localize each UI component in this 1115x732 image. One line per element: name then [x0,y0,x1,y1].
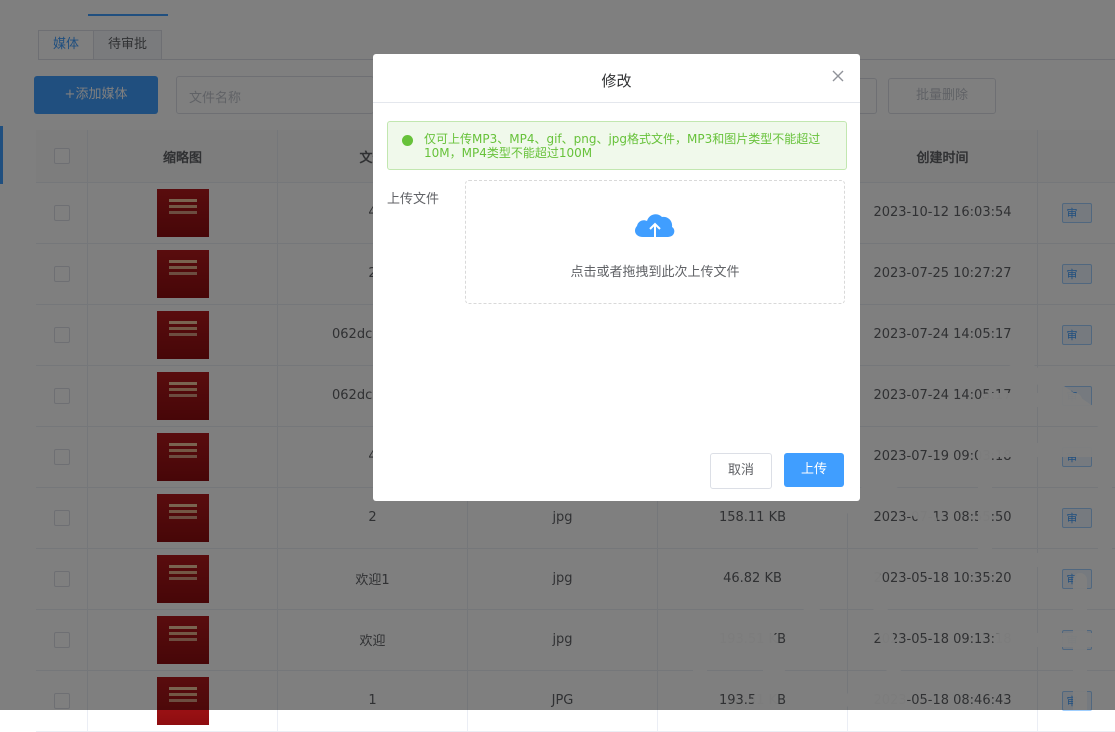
dialog-title: 修改 [601,72,632,90]
format-alert: 仅可上传MP3、MP4、gif、png、jpg格式文件，MP3和图片类型不能超过… [387,121,847,170]
upload-button[interactable]: 上传 [784,453,844,487]
cancel-button[interactable]: 取消 [710,453,772,489]
close-icon[interactable] [830,68,846,84]
cloud-upload-icon [635,214,675,240]
upload-file-label: 上传文件 [387,192,440,207]
upload-dropzone[interactable]: 点击或者拖拽到此次上传文件 [465,180,845,304]
format-alert-text: 仅可上传MP3、MP4、gif、png、jpg格式文件，MP3和图片类型不能超过… [424,132,821,160]
edit-dialog: 修改 仅可上传MP3、MP4、gif、png、jpg格式文件，MP3和图片类型不… [373,54,860,501]
media-page: 媒体 待审批 +添加媒体 文件名称 批量删除 缩略图 文件 创建时间 42023… [0,0,1115,732]
dropzone-text: 点击或者拖拽到此次上传文件 [570,265,740,280]
success-icon [402,135,413,146]
dialog-divider [373,102,860,103]
